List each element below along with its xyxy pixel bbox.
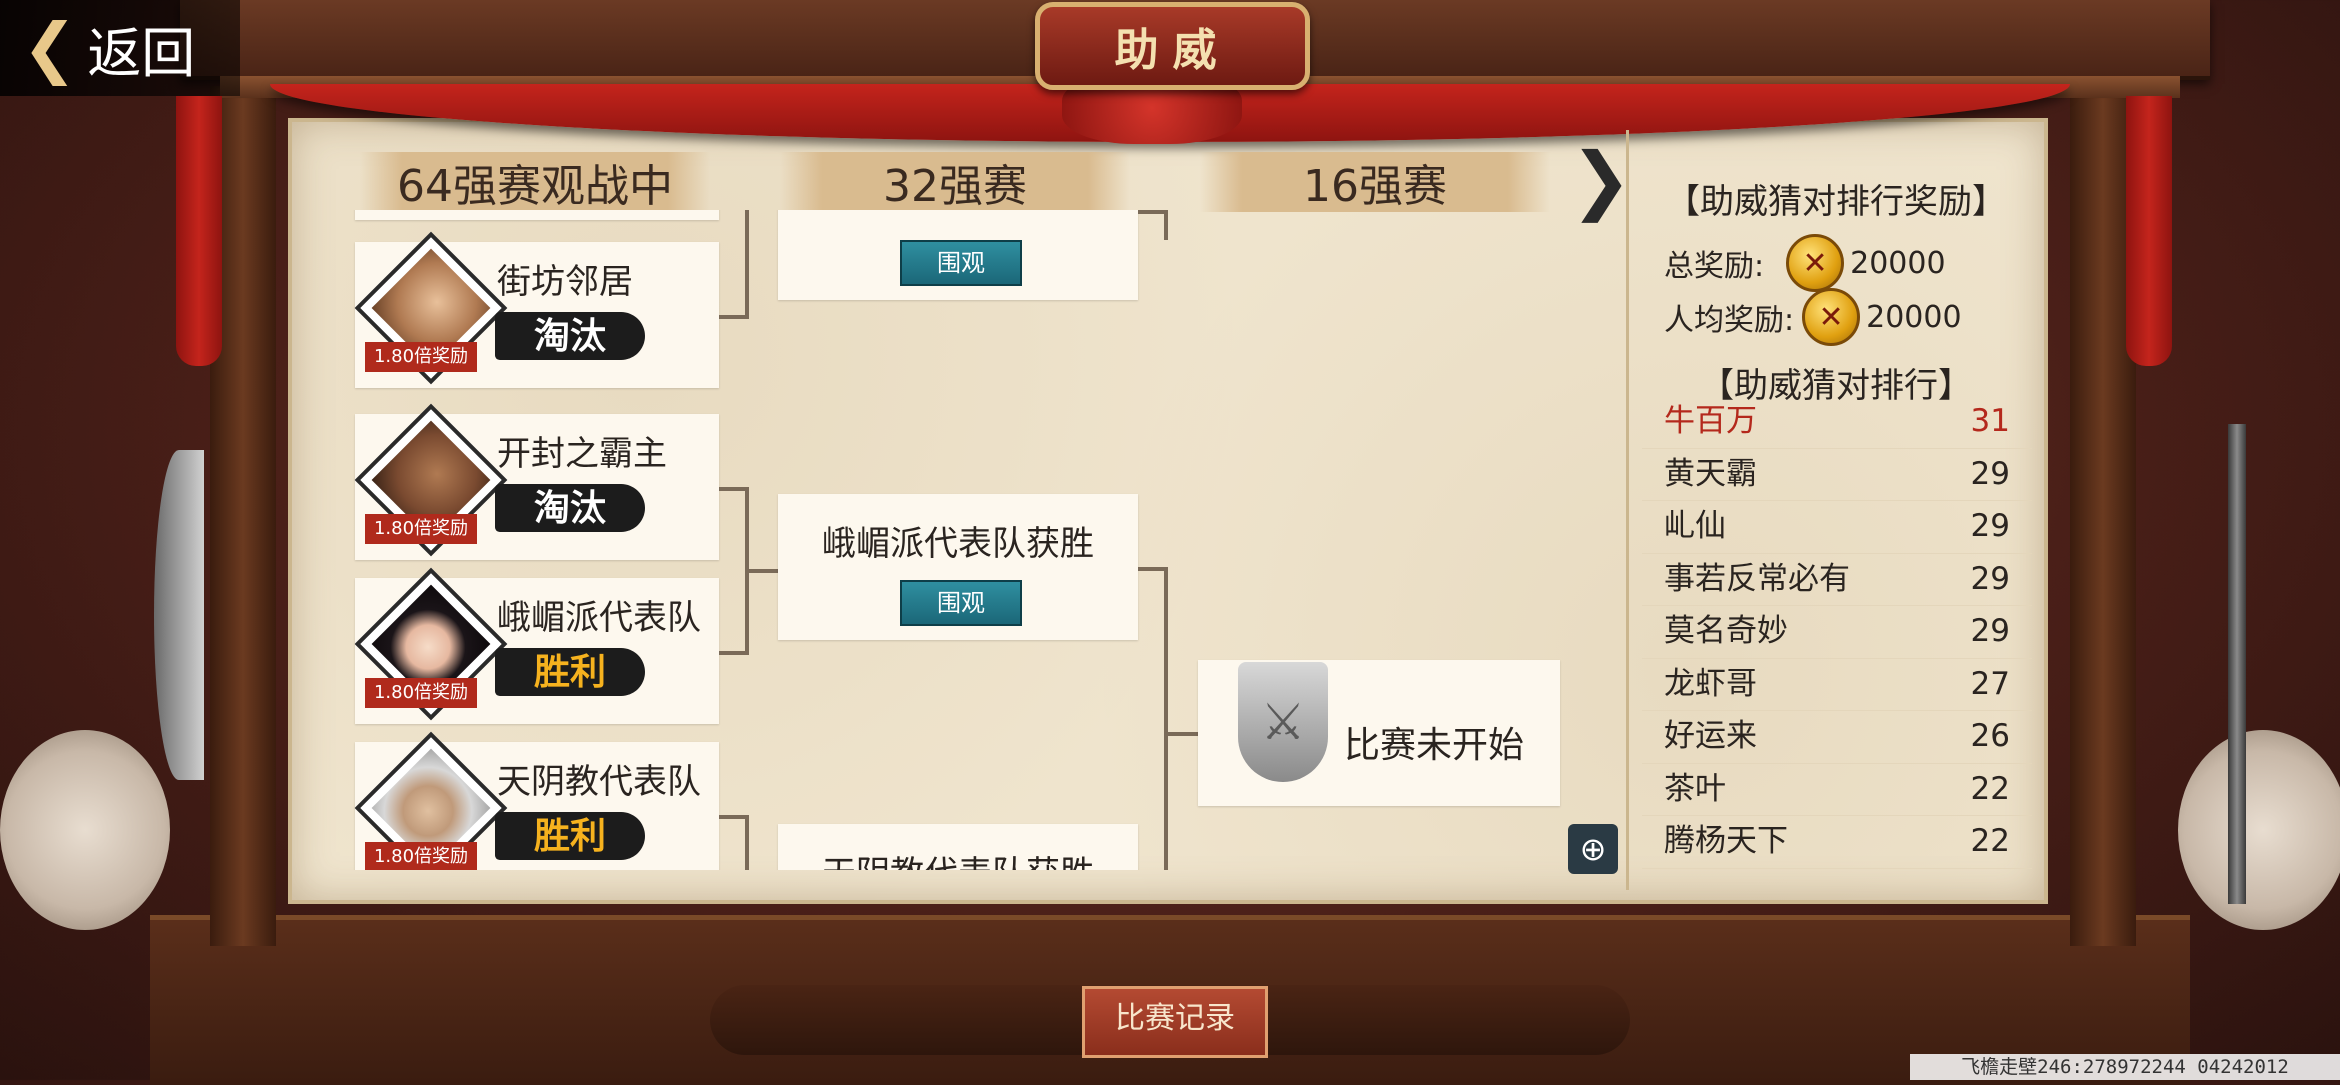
reward-panel-title: 【助威猜对排行奖励】 [1666, 182, 2006, 222]
coin-icon: ✕ [1802, 288, 1861, 346]
reward-multiplier-tag: 1.80倍奖励 [365, 342, 477, 372]
rank-name: 龙虾哥 [1664, 665, 1757, 702]
bracket-area[interactable]: 1.80倍奖励 街坊邻居 淘汰 1.80倍奖励 开封之霸主 淘汰 1.80倍奖励… [350, 210, 1580, 870]
coin-icon: ✕ [1786, 234, 1845, 292]
round-header-16[interactable]: 16强赛 [1200, 152, 1550, 212]
zoom-in-icon[interactable]: ⊕ [1568, 824, 1618, 874]
watch-button[interactable]: 围观 [900, 580, 1022, 626]
rank-name: 乢仙 [1664, 508, 1726, 544]
eliminated-badge: 淘汰 [495, 484, 645, 532]
rank-score: 29 [1970, 455, 2010, 492]
watermark-text: 飞檐走壁246:278972244 04242012 [1910, 1054, 2340, 1080]
player-name: 开封之霸主 [497, 434, 667, 474]
per-person-reward-row: 人均奖励: ✕ 20000 [1664, 288, 1962, 346]
match-card[interactable]: 围观 [778, 210, 1138, 300]
rank-name: 黄天霸 [1664, 455, 1757, 492]
next-round-arrow-icon[interactable]: ❯ [1570, 140, 1632, 220]
bracket-line [745, 815, 749, 870]
player-card[interactable]: 1.80倍奖励 峨嵋派代表队 胜利 [354, 567, 719, 724]
player-card[interactable]: 1.80倍奖励 开封之霸主 淘汰 [354, 403, 719, 560]
back-label: 返回 [87, 21, 196, 85]
total-reward-row: 总奖励: ✕ 20000 [1664, 234, 1946, 292]
match-result-text: 峨嵋派代表队获胜 [822, 524, 1094, 564]
player-name: 街坊邻居 [497, 262, 633, 302]
reward-panel: 【助威猜对排行奖励】 总奖励: ✕ 20000 人均奖励: ✕ 20000 【助… [1628, 122, 2044, 900]
player-name: 峨嵋派代表队 [497, 598, 701, 638]
rank-row: 茶叶 22 [1642, 764, 2032, 816]
rank-score: 31 [1970, 403, 2010, 439]
rank-row: 腾杨天下 22 [1642, 816, 2032, 869]
reward-multiplier-tag: 1.80倍奖励 [365, 514, 477, 544]
rank-name: 莫名奇妙 [1664, 613, 1788, 649]
rank-row: 龙虾哥 27 [1642, 659, 2032, 711]
page-title-plaque: 助威 [1035, 2, 1310, 90]
bracket-line [1164, 567, 1168, 870]
player-card-partial [355, 210, 719, 220]
rank-row: 乢仙 29 [1642, 501, 2032, 554]
rank-score: 27 [1970, 665, 2010, 702]
spear-decoration [2228, 424, 2246, 904]
reward-multiplier-tag: 1.80倍奖励 [365, 842, 477, 870]
curtain-left [176, 96, 222, 366]
rank-name: 腾杨天下 [1664, 823, 1788, 859]
rank-score: 22 [1970, 823, 2010, 859]
rank-score: 26 [1970, 718, 2010, 754]
back-button[interactable]: ❮ 返回 [0, 0, 240, 96]
round-header-64[interactable]: 64强赛观战中 [360, 152, 710, 212]
rank-score: 29 [1970, 613, 2010, 649]
rank-row: 好运来 26 [1642, 711, 2032, 764]
bracket-line [1164, 732, 1198, 736]
bracket-line [745, 569, 780, 573]
victory-badge: 胜利 [495, 812, 645, 860]
match-card[interactable]: 峨嵋派代表队获胜 围观 [778, 494, 1138, 640]
drum-right-decoration [2178, 730, 2340, 930]
rank-row: 事若反常必有 29 [1642, 554, 2032, 606]
match-card-16[interactable]: ⚔ 比赛未开始 [1198, 660, 1560, 806]
chevron-left-icon: ❮ [22, 9, 78, 86]
per-person-reward-label: 人均奖励: [1664, 303, 1795, 338]
rank-score: 29 [1970, 560, 2010, 597]
rank-name: 事若反常必有 [1664, 560, 1850, 597]
rank-name: 牛百万 [1664, 403, 1757, 439]
victory-badge: 胜利 [495, 648, 645, 696]
rank-list[interactable]: 牛百万 31 黄天霸 29 乢仙 29 事若反常必有 29 莫名奇妙 29 龙虾哥 27 好… [1642, 396, 2032, 869]
player-name: 天阴教代表队 [497, 762, 701, 802]
rank-score: 29 [1970, 508, 2010, 544]
match-result-text: 天阴教代表队获胜 [778, 846, 1138, 870]
player-card[interactable]: 1.80倍奖励 天阴教代表队 胜利 [354, 731, 719, 870]
eliminated-badge: 淘汰 [495, 312, 645, 360]
crossed-swords-icon: ⚔ [1238, 662, 1328, 782]
rank-name: 好运来 [1664, 718, 1757, 754]
match-card[interactable]: 天阴教代表队获胜 [778, 824, 1138, 870]
total-reward-label: 总奖励: [1664, 249, 1765, 284]
per-person-reward-value: 20000 [1866, 299, 1962, 335]
match-status-text: 比赛未开始 [1344, 725, 1525, 766]
curtain-right [2126, 96, 2172, 366]
total-reward-value: 20000 [1850, 245, 1946, 281]
blade-decoration [154, 450, 204, 780]
rank-row: 牛百万 31 [1642, 396, 2032, 449]
rank-score: 22 [1970, 770, 2010, 807]
bracket-line [745, 210, 749, 319]
player-card[interactable]: 1.80倍奖励 街坊邻居 淘汰 [354, 231, 719, 388]
watch-button[interactable]: 围观 [900, 240, 1022, 286]
match-record-button[interactable]: 比赛记录 [1082, 986, 1268, 1058]
reward-multiplier-tag: 1.80倍奖励 [365, 678, 477, 708]
rank-name: 茶叶 [1664, 770, 1726, 807]
rank-row: 莫名奇妙 29 [1642, 606, 2032, 659]
drum-left-decoration [0, 730, 170, 930]
rank-row: 黄天霸 29 [1642, 449, 2032, 501]
bracket-line [1164, 210, 1168, 240]
page-title: 助威 [1114, 25, 1231, 76]
round-header-32[interactable]: 32强赛 [780, 152, 1130, 212]
